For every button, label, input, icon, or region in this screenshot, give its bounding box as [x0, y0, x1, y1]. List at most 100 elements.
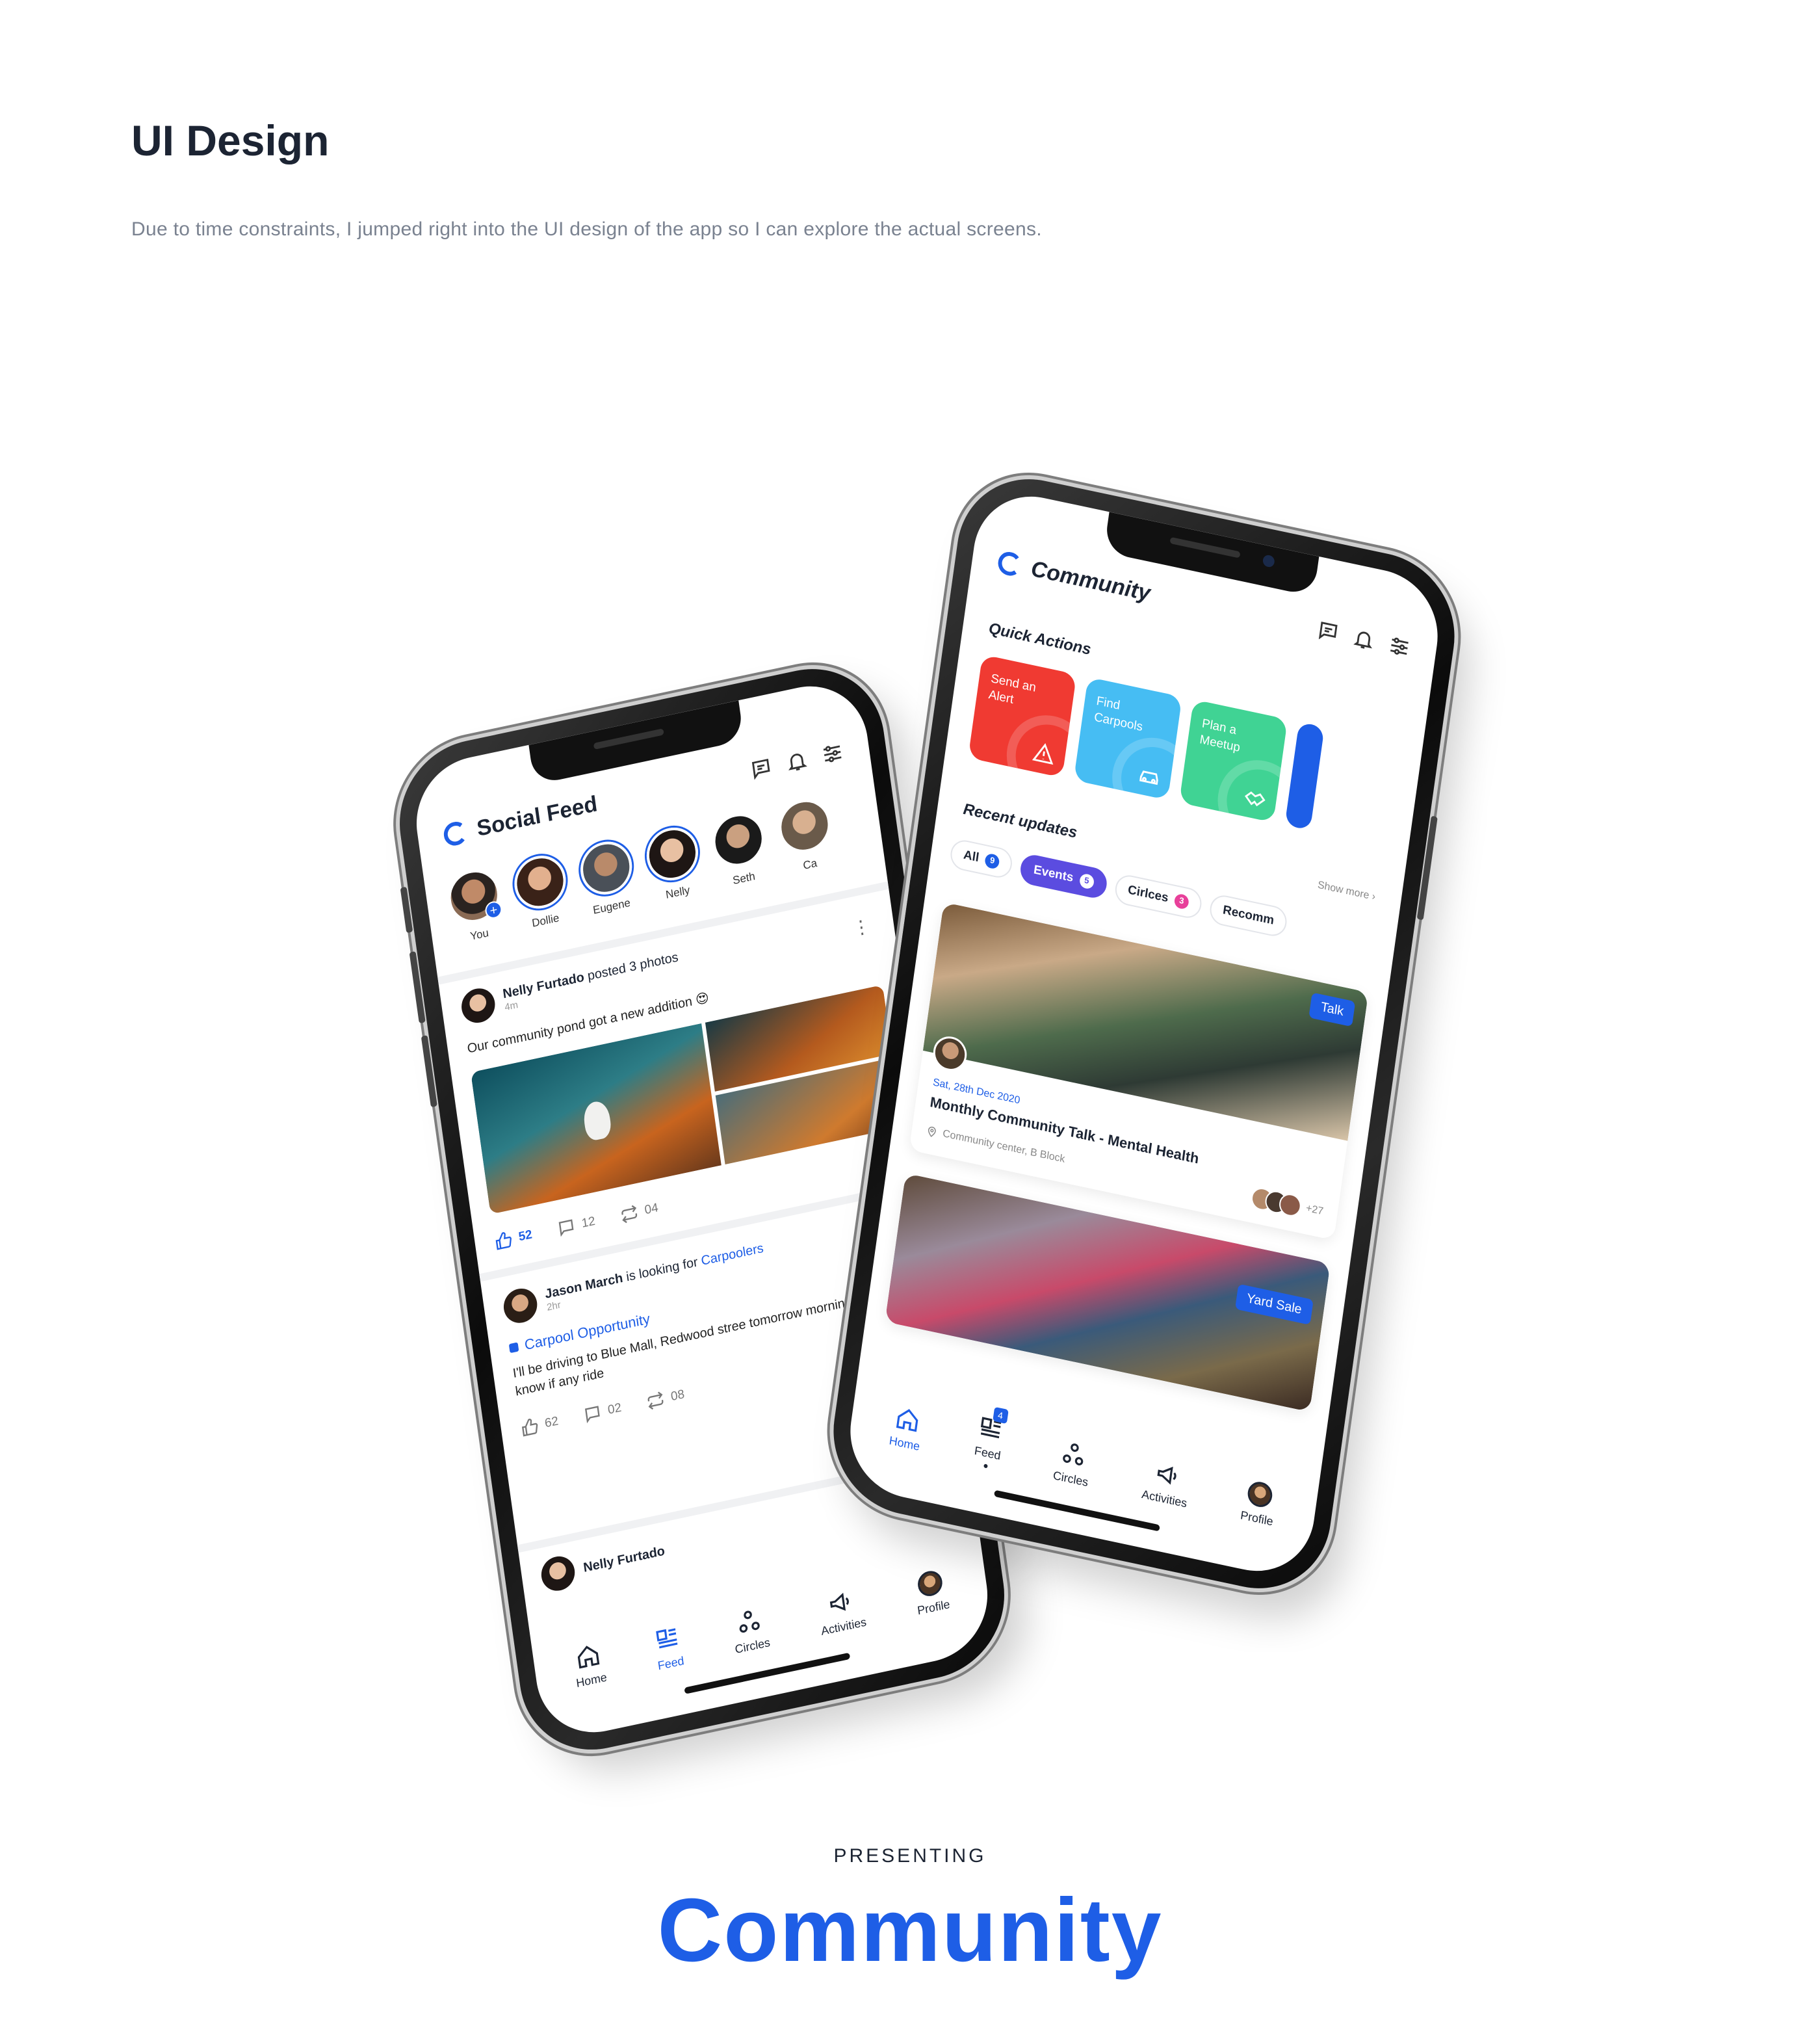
story-nelly[interactable]: Nelly — [642, 822, 706, 905]
story-ca[interactable]: Ca — [774, 794, 838, 877]
presenting-label: PRESENTING — [833, 1845, 987, 1867]
photo-main[interactable] — [471, 1023, 722, 1215]
avatar: + — [445, 865, 503, 928]
story-name: Ca — [802, 856, 818, 873]
bell-icon[interactable] — [1351, 626, 1376, 653]
feed-badge: 4 — [992, 1406, 1009, 1425]
home-icon — [896, 1409, 918, 1432]
megaphone-icon — [1157, 1466, 1176, 1485]
chip-recommended[interactable]: Recomm — [1208, 893, 1289, 939]
avatar[interactable] — [459, 985, 497, 1026]
brand-title: Community — [657, 1880, 1163, 1980]
more-actions-card[interactable] — [1284, 722, 1325, 831]
car-icon — [1139, 770, 1158, 785]
event-tag: Yard Sale — [1234, 1283, 1314, 1325]
plan-meetup-card[interactable]: Plan a Meetup — [1178, 699, 1288, 823]
comment-icon — [558, 1219, 574, 1237]
comment-button[interactable]: 02 — [582, 1399, 623, 1425]
more-options-icon[interactable]: ⋮ — [851, 915, 872, 940]
circles-icon — [1063, 1443, 1084, 1466]
event-tag: Talk — [1308, 992, 1356, 1027]
avatar — [709, 808, 768, 871]
attendees[interactable]: +27 — [1249, 1185, 1325, 1223]
nav-home[interactable]: Home — [571, 1641, 608, 1690]
chat-icon[interactable] — [749, 755, 774, 782]
community-logo-icon — [996, 549, 1023, 578]
chip-circles[interactable]: Cirlces 3 — [1113, 873, 1204, 921]
avatar[interactable] — [501, 1285, 540, 1326]
like-button[interactable]: 62 — [519, 1412, 560, 1438]
avatar — [577, 837, 636, 900]
phone-community: Community Quick Actions Send an Alert Fi… — [823, 464, 1465, 1603]
add-story-icon[interactable]: + — [484, 899, 503, 921]
home-icon — [578, 1646, 600, 1669]
bird-image — [582, 1099, 613, 1142]
nav-circles[interactable]: Circles — [730, 1606, 771, 1657]
nav-profile[interactable]: Profile — [913, 1568, 951, 1618]
send-alert-card[interactable]: Send an Alert — [968, 654, 1077, 778]
story-name: You — [469, 926, 489, 943]
find-carpools-card[interactable]: Find Carpools — [1073, 677, 1182, 800]
nav-feed[interactable]: 4 Feed — [972, 1406, 1009, 1471]
page-title: UI Design — [131, 116, 330, 164]
nav-circles[interactable]: Circles — [1052, 1439, 1093, 1490]
photo-grid[interactable] — [471, 984, 903, 1215]
nav-feed[interactable]: Feed — [653, 1624, 685, 1673]
like-button[interactable]: 52 — [493, 1226, 534, 1252]
mute-switch — [400, 886, 413, 934]
show-more-link[interactable]: Show more › — [1317, 880, 1376, 904]
thumbs-up-icon — [521, 1419, 538, 1437]
chip-events[interactable]: Events 5 — [1019, 852, 1109, 900]
thumbs-up-icon — [495, 1232, 512, 1250]
quick-actions-row: Send an Alert Find Carpools Plan a Meetu… — [968, 654, 1325, 831]
nav-activities[interactable]: Activities — [1141, 1458, 1192, 1510]
photo-side — [705, 984, 903, 1165]
story-seth[interactable]: Seth — [708, 808, 772, 891]
nav-profile[interactable]: Profile — [1240, 1478, 1278, 1529]
share-button[interactable]: 08 — [645, 1385, 686, 1411]
story-name: Dollie — [531, 911, 560, 930]
bell-icon[interactable] — [785, 748, 809, 774]
comment-button[interactable]: 12 — [556, 1213, 597, 1239]
profile-avatar — [1246, 1479, 1274, 1510]
story-eugene[interactable]: Eugene — [575, 837, 640, 919]
community-screen: Community Quick Actions Send an Alert Fi… — [842, 484, 1446, 1583]
feed-icon — [656, 1628, 678, 1649]
story-name: Seth — [732, 869, 756, 887]
story-name: Nelly — [664, 884, 691, 901]
megaphone-icon — [829, 1592, 849, 1611]
filter-icon[interactable] — [1387, 633, 1412, 660]
tag-square-icon — [508, 1342, 519, 1354]
story-name: Eugene — [592, 896, 631, 917]
community-logo-icon — [442, 819, 469, 848]
repost-icon — [647, 1391, 664, 1410]
avatar — [775, 794, 834, 858]
post-author: Nelly Furtado — [582, 1543, 666, 1575]
location-pin-icon — [928, 1126, 936, 1137]
volume-down-button — [421, 1034, 437, 1108]
page-description: Due to time constraints, I jumped right … — [131, 218, 1042, 240]
avatar[interactable] — [539, 1553, 577, 1594]
story-you[interactable]: + You — [443, 865, 508, 947]
chip-all[interactable]: All 9 — [948, 837, 1015, 880]
share-button[interactable]: 04 — [619, 1199, 660, 1225]
repost-icon — [621, 1205, 638, 1224]
chat-icon[interactable] — [1316, 618, 1340, 645]
nav-activities[interactable]: Activities — [816, 1586, 867, 1638]
nav-home[interactable]: Home — [889, 1404, 925, 1454]
filter-icon[interactable] — [820, 741, 845, 767]
recent-updates-title: Recent updates — [962, 800, 1078, 842]
quick-actions-title: Quick Actions — [987, 619, 1093, 659]
power-button — [1416, 815, 1438, 921]
volume-up-button — [409, 951, 426, 1024]
profile-avatar — [916, 1568, 944, 1599]
handshake-icon — [1244, 791, 1266, 807]
avatar — [643, 822, 702, 886]
story-dollie[interactable]: Dollie — [509, 850, 573, 933]
comment-icon — [585, 1406, 600, 1424]
avatar — [511, 850, 569, 913]
attendee-count: +27 — [1305, 1202, 1325, 1218]
alert-icon — [1032, 743, 1054, 765]
unread-dot — [983, 1464, 988, 1469]
circles-icon — [740, 1610, 760, 1633]
